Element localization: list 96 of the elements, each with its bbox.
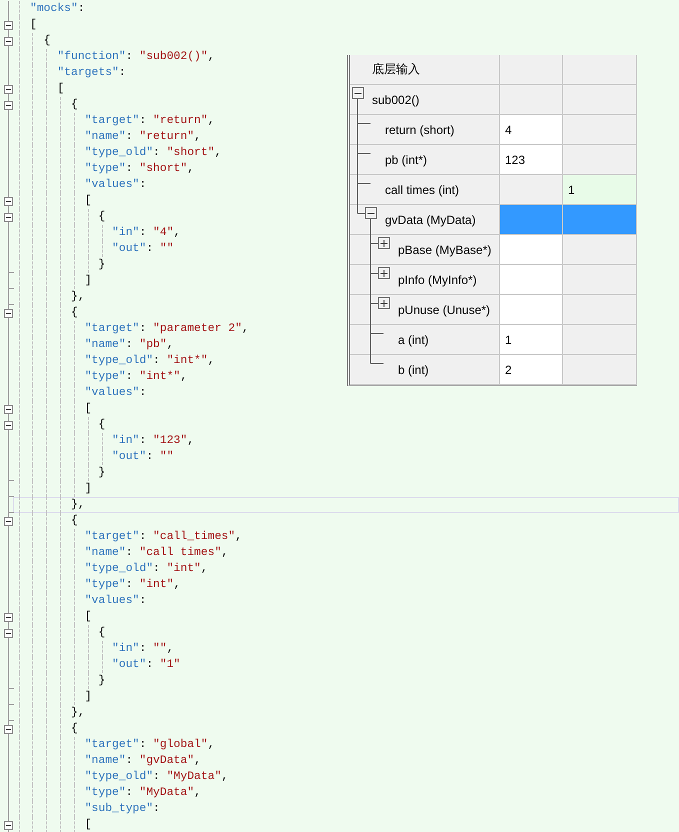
tree-label[interactable]: pb (int*) [385,152,428,166]
code-text: ] [84,274,92,288]
code-text: "target": "return", [84,114,215,128]
collapse-icon[interactable] [352,87,364,99]
collapse-icon[interactable] [4,197,13,206]
code-text: } [98,258,106,272]
collapse-icon[interactable] [4,309,13,318]
value-field[interactable] [500,265,563,295]
code-text: "in": "4", [112,226,180,240]
collapse-icon[interactable] [4,517,13,526]
code-text: "type_old": "int", [84,562,208,576]
code-text: { [71,98,78,112]
value-field[interactable] [500,295,563,325]
tree-label[interactable]: pUnuse (Unuse*) [398,302,490,316]
collapse-icon[interactable] [4,21,13,30]
tree-connector [370,264,378,296]
code-text: "targets": [57,66,126,80]
code-text: [ [84,610,92,624]
collapse-icon[interactable] [4,821,13,830]
code-text: "out": "" [112,450,174,464]
code-text: "type": "int*", [84,370,188,384]
code-text: "name": "return", [84,130,201,144]
collapse-icon[interactable] [4,101,13,110]
code-text: [ [84,402,92,416]
tree-label[interactable]: return (short) [385,122,454,136]
value-field[interactable] [500,235,563,265]
code-text: "mocks": [30,2,85,16]
code-text: { [71,722,78,736]
value-field[interactable]: 123 [500,145,563,175]
tree-connector [357,144,371,176]
code-text: }, [71,290,85,304]
code-text: "target": "call_times", [84,530,242,544]
code-text: "type_old": "short", [84,146,222,160]
code-text: "values": [84,594,146,608]
code-text: "name": "call times", [84,546,228,560]
value-field[interactable]: 2 [500,355,563,385]
tree-label[interactable]: b (int) [398,362,429,376]
collapse-icon[interactable] [4,421,13,430]
collapse-icon[interactable] [4,213,13,222]
code-text: "values": [84,178,146,192]
code-text: [ [84,818,92,832]
code-text: { [98,626,106,640]
tree-label[interactable]: gvData (MyData) [385,212,476,226]
expand-icon[interactable] [378,237,390,249]
value-field[interactable]: 4 [500,115,563,145]
grid-cell[interactable] [500,205,563,235]
collapse-icon[interactable] [4,629,13,638]
code-text: "in": "", [112,642,174,656]
code-text: { [98,418,106,432]
code-text: "name": "gvData", [84,754,201,768]
code-text: "function": "sub002()", [57,50,215,64]
tree-label[interactable]: call times (int) [385,182,460,196]
code-text: "target": "parameter 2", [84,322,249,336]
code-text: "in": "123", [112,434,194,448]
code-text: "out": "1" [112,658,180,672]
code-text: "type_old": "MyData", [84,770,228,784]
code-text: "values": [84,386,146,400]
collapse-icon[interactable] [4,37,13,46]
value-field[interactable]: 1 [500,325,563,355]
code-text: "target": "global", [84,738,215,752]
code-text: "sub_type": [84,802,160,816]
code-text: { [44,34,51,48]
code-text: [ [84,194,92,208]
collapse-icon[interactable] [4,725,13,734]
code-text: ] [84,482,92,496]
collapse-icon[interactable] [4,85,13,94]
code-text: ] [84,690,92,704]
grid-cell[interactable] [563,205,637,235]
code-text: } [98,674,106,688]
code-text: }, [71,706,85,720]
output-field[interactable]: 1 [563,175,637,205]
code-text: "out": "" [112,242,174,256]
code-text: "type_old": "int*", [84,354,215,368]
tree-label[interactable]: pBase (MyBase*) [398,242,492,256]
code-text: { [71,514,78,528]
code-text: { [71,306,78,320]
code-text: "name": "pb", [84,338,174,352]
expand-icon[interactable] [378,297,390,309]
expand-icon[interactable] [378,267,390,279]
tree-connector [357,174,371,206]
tree-label[interactable]: sub002() [372,92,420,106]
code-text: } [98,466,106,480]
column-header: 底层输入 [350,55,500,85]
code-text: "type": "MyData", [84,786,201,800]
code-text: [ [57,82,64,96]
code-text: }, [71,498,85,512]
tree-label[interactable]: pInfo (MyInfo*) [398,272,477,286]
collapse-icon[interactable] [365,207,377,219]
tree-label[interactable]: a (int) [398,332,429,346]
code-text: { [98,210,106,224]
code-text: "type": "int", [84,578,180,592]
collapse-icon[interactable] [4,405,13,414]
header-cell [500,55,563,85]
collapse-icon[interactable] [4,613,13,622]
code-text: [ [30,18,37,32]
code-text: "type": "short", [84,162,194,176]
